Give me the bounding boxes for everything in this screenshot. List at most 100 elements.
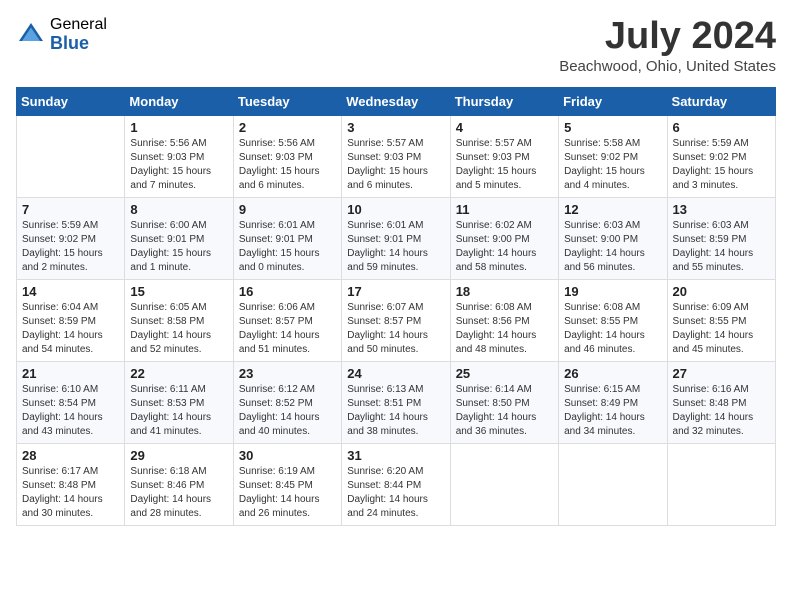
calendar-cell: 6 Sunrise: 5:59 AMSunset: 9:02 PMDayligh… <box>667 115 775 197</box>
calendar-header-row: SundayMondayTuesdayWednesdayThursdayFrid… <box>17 87 776 115</box>
calendar-table: SundayMondayTuesdayWednesdayThursdayFrid… <box>16 87 776 526</box>
day-number: 27 <box>673 366 770 381</box>
day-number: 8 <box>130 202 227 217</box>
day-info: Sunrise: 6:07 AMSunset: 8:57 PMDaylight:… <box>347 301 444 357</box>
day-info: Sunrise: 6:06 AMSunset: 8:57 PMDaylight:… <box>239 301 336 357</box>
calendar-cell: 22 Sunrise: 6:11 AMSunset: 8:53 PMDaylig… <box>125 361 233 443</box>
day-number: 18 <box>456 284 553 299</box>
month-title: July 2024 <box>559 16 776 58</box>
calendar-cell: 11 Sunrise: 6:02 AMSunset: 9:00 PMDaylig… <box>450 197 558 279</box>
day-number: 30 <box>239 448 336 463</box>
calendar-cell: 17 Sunrise: 6:07 AMSunset: 8:57 PMDaylig… <box>342 279 450 361</box>
calendar-week-3: 14 Sunrise: 6:04 AMSunset: 8:59 PMDaylig… <box>17 279 776 361</box>
day-info: Sunrise: 6:00 AMSunset: 9:01 PMDaylight:… <box>130 219 227 275</box>
calendar-cell: 24 Sunrise: 6:13 AMSunset: 8:51 PMDaylig… <box>342 361 450 443</box>
calendar-cell: 5 Sunrise: 5:58 AMSunset: 9:02 PMDayligh… <box>559 115 667 197</box>
calendar-cell: 28 Sunrise: 6:17 AMSunset: 8:48 PMDaylig… <box>17 443 125 525</box>
day-number: 15 <box>130 284 227 299</box>
calendar-cell: 15 Sunrise: 6:05 AMSunset: 8:58 PMDaylig… <box>125 279 233 361</box>
day-info: Sunrise: 6:10 AMSunset: 8:54 PMDaylight:… <box>22 383 119 439</box>
day-number: 20 <box>673 284 770 299</box>
calendar-cell: 3 Sunrise: 5:57 AMSunset: 9:03 PMDayligh… <box>342 115 450 197</box>
day-number: 17 <box>347 284 444 299</box>
day-number: 31 <box>347 448 444 463</box>
day-number: 22 <box>130 366 227 381</box>
day-info: Sunrise: 6:20 AMSunset: 8:44 PMDaylight:… <box>347 465 444 521</box>
day-number: 21 <box>22 366 119 381</box>
day-info: Sunrise: 6:05 AMSunset: 8:58 PMDaylight:… <box>130 301 227 357</box>
calendar-cell: 14 Sunrise: 6:04 AMSunset: 8:59 PMDaylig… <box>17 279 125 361</box>
day-info: Sunrise: 6:02 AMSunset: 9:00 PMDaylight:… <box>456 219 553 275</box>
header-wednesday: Wednesday <box>342 87 450 115</box>
day-info: Sunrise: 6:17 AMSunset: 8:48 PMDaylight:… <box>22 465 119 521</box>
header-friday: Friday <box>559 87 667 115</box>
header-tuesday: Tuesday <box>233 87 341 115</box>
day-info: Sunrise: 5:58 AMSunset: 9:02 PMDaylight:… <box>564 137 661 193</box>
day-number: 26 <box>564 366 661 381</box>
location: Beachwood, Ohio, United States <box>559 58 776 75</box>
calendar-cell: 12 Sunrise: 6:03 AMSunset: 9:00 PMDaylig… <box>559 197 667 279</box>
calendar-cell: 16 Sunrise: 6:06 AMSunset: 8:57 PMDaylig… <box>233 279 341 361</box>
calendar-cell: 19 Sunrise: 6:08 AMSunset: 8:55 PMDaylig… <box>559 279 667 361</box>
day-info: Sunrise: 5:59 AMSunset: 9:02 PMDaylight:… <box>22 219 119 275</box>
day-number: 5 <box>564 120 661 135</box>
day-number: 6 <box>673 120 770 135</box>
day-number: 25 <box>456 366 553 381</box>
header-saturday: Saturday <box>667 87 775 115</box>
day-number: 29 <box>130 448 227 463</box>
day-number: 9 <box>239 202 336 217</box>
logo-blue: Blue <box>50 34 107 54</box>
calendar-cell: 9 Sunrise: 6:01 AMSunset: 9:01 PMDayligh… <box>233 197 341 279</box>
day-info: Sunrise: 6:18 AMSunset: 8:46 PMDaylight:… <box>130 465 227 521</box>
day-number: 10 <box>347 202 444 217</box>
day-number: 14 <box>22 284 119 299</box>
calendar-cell: 8 Sunrise: 6:00 AMSunset: 9:01 PMDayligh… <box>125 197 233 279</box>
calendar-week-1: 1 Sunrise: 5:56 AMSunset: 9:03 PMDayligh… <box>17 115 776 197</box>
day-info: Sunrise: 6:15 AMSunset: 8:49 PMDaylight:… <box>564 383 661 439</box>
calendar-cell: 2 Sunrise: 5:56 AMSunset: 9:03 PMDayligh… <box>233 115 341 197</box>
day-number: 12 <box>564 202 661 217</box>
day-info: Sunrise: 5:57 AMSunset: 9:03 PMDaylight:… <box>456 137 553 193</box>
day-number: 13 <box>673 202 770 217</box>
calendar-cell: 1 Sunrise: 5:56 AMSunset: 9:03 PMDayligh… <box>125 115 233 197</box>
calendar-cell: 7 Sunrise: 5:59 AMSunset: 9:02 PMDayligh… <box>17 197 125 279</box>
day-number: 23 <box>239 366 336 381</box>
calendar-cell: 20 Sunrise: 6:09 AMSunset: 8:55 PMDaylig… <box>667 279 775 361</box>
day-number: 28 <box>22 448 119 463</box>
day-info: Sunrise: 6:01 AMSunset: 9:01 PMDaylight:… <box>239 219 336 275</box>
calendar-cell <box>667 443 775 525</box>
day-info: Sunrise: 6:12 AMSunset: 8:52 PMDaylight:… <box>239 383 336 439</box>
day-number: 11 <box>456 202 553 217</box>
header-monday: Monday <box>125 87 233 115</box>
day-info: Sunrise: 6:08 AMSunset: 8:56 PMDaylight:… <box>456 301 553 357</box>
header-sunday: Sunday <box>17 87 125 115</box>
logo-icon <box>16 20 46 50</box>
header-thursday: Thursday <box>450 87 558 115</box>
day-info: Sunrise: 6:01 AMSunset: 9:01 PMDaylight:… <box>347 219 444 275</box>
title-block: July 2024 Beachwood, Ohio, United States <box>559 16 776 75</box>
calendar-week-2: 7 Sunrise: 5:59 AMSunset: 9:02 PMDayligh… <box>17 197 776 279</box>
day-info: Sunrise: 6:16 AMSunset: 8:48 PMDaylight:… <box>673 383 770 439</box>
calendar-week-5: 28 Sunrise: 6:17 AMSunset: 8:48 PMDaylig… <box>17 443 776 525</box>
day-info: Sunrise: 6:13 AMSunset: 8:51 PMDaylight:… <box>347 383 444 439</box>
calendar-cell: 27 Sunrise: 6:16 AMSunset: 8:48 PMDaylig… <box>667 361 775 443</box>
day-number: 7 <box>22 202 119 217</box>
logo-text: General Blue <box>50 16 107 53</box>
calendar-cell <box>450 443 558 525</box>
day-number: 24 <box>347 366 444 381</box>
calendar-cell: 21 Sunrise: 6:10 AMSunset: 8:54 PMDaylig… <box>17 361 125 443</box>
calendar-cell: 13 Sunrise: 6:03 AMSunset: 8:59 PMDaylig… <box>667 197 775 279</box>
day-info: Sunrise: 5:56 AMSunset: 9:03 PMDaylight:… <box>239 137 336 193</box>
day-number: 2 <box>239 120 336 135</box>
calendar-cell: 30 Sunrise: 6:19 AMSunset: 8:45 PMDaylig… <box>233 443 341 525</box>
day-info: Sunrise: 6:03 AMSunset: 9:00 PMDaylight:… <box>564 219 661 275</box>
calendar-cell: 29 Sunrise: 6:18 AMSunset: 8:46 PMDaylig… <box>125 443 233 525</box>
day-info: Sunrise: 6:04 AMSunset: 8:59 PMDaylight:… <box>22 301 119 357</box>
calendar-cell: 10 Sunrise: 6:01 AMSunset: 9:01 PMDaylig… <box>342 197 450 279</box>
day-info: Sunrise: 5:56 AMSunset: 9:03 PMDaylight:… <box>130 137 227 193</box>
calendar-cell: 25 Sunrise: 6:14 AMSunset: 8:50 PMDaylig… <box>450 361 558 443</box>
day-info: Sunrise: 5:59 AMSunset: 9:02 PMDaylight:… <box>673 137 770 193</box>
day-number: 16 <box>239 284 336 299</box>
day-number: 3 <box>347 120 444 135</box>
calendar-cell: 31 Sunrise: 6:20 AMSunset: 8:44 PMDaylig… <box>342 443 450 525</box>
